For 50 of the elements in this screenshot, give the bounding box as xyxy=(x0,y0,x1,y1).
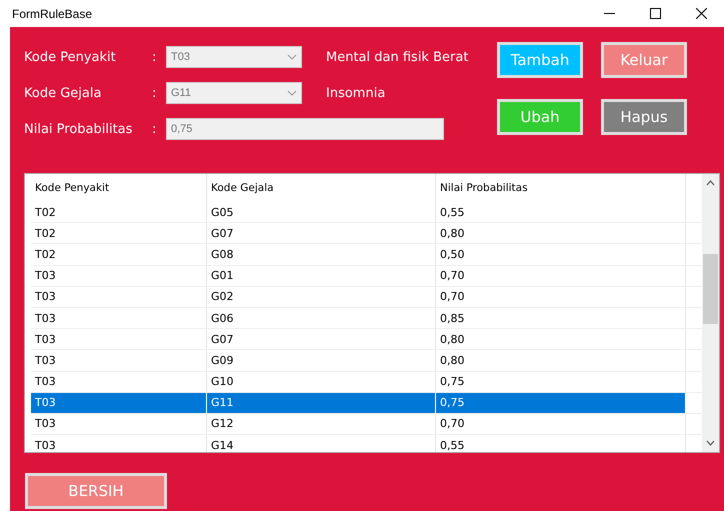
table-cell[interactable]: T03 xyxy=(31,350,207,372)
table-cell[interactable]: 0,80 xyxy=(436,350,686,372)
window-title: FormRuleBase xyxy=(12,6,94,20)
table-cell[interactable]: G11 xyxy=(207,392,436,414)
table-cell[interactable]: T03 xyxy=(31,414,207,436)
field-label: Kode Gejala xyxy=(24,86,102,100)
table-cell[interactable]: G07 xyxy=(207,329,436,350)
table-cell[interactable]: G08 xyxy=(207,244,436,266)
table-cell[interactable]: T02 xyxy=(31,202,207,224)
table-cell[interactable]: G07 xyxy=(207,223,436,244)
table-cell[interactable]: T03 xyxy=(31,372,207,393)
table-cell[interactable]: 0,75 xyxy=(436,372,686,393)
table-cell[interactable]: 0,70 xyxy=(436,286,686,308)
combo-box[interactable]: T03 xyxy=(166,46,302,68)
table-cell[interactable]: T03 xyxy=(31,286,207,308)
combo-box[interactable]: G11 xyxy=(166,82,302,104)
scroll-up-icon[interactable] xyxy=(706,180,715,186)
description-text: Insomnia xyxy=(325,86,386,100)
table-cell[interactable]: 0,70 xyxy=(436,266,686,287)
table-cell[interactable]: T03 xyxy=(31,329,207,350)
table-cell[interactable]: T02 xyxy=(31,223,207,244)
table-cell[interactable]: T03 xyxy=(31,266,207,287)
table-cell[interactable]: G06 xyxy=(207,308,436,330)
table-cell[interactable]: G02 xyxy=(207,286,436,308)
table-cell[interactable]: 0,55 xyxy=(436,202,686,224)
colon-separator: : xyxy=(152,122,158,136)
table-cell[interactable]: G09 xyxy=(207,350,436,372)
field-label: Nilai Probabilitas xyxy=(24,122,134,136)
table-cell[interactable]: G10 xyxy=(207,372,436,393)
table-cell[interactable]: 0,80 xyxy=(436,329,686,350)
table-cell[interactable]: G01 xyxy=(207,266,436,287)
table-cell[interactable]: 0,50 xyxy=(436,244,686,266)
table-cell[interactable]: T02 xyxy=(31,244,207,266)
colon-separator: : xyxy=(152,50,158,64)
table-cell[interactable]: T03 xyxy=(31,308,207,330)
table-cell[interactable]: 0,85 xyxy=(436,308,686,330)
table-cell[interactable]: G05 xyxy=(207,202,436,224)
scrollbar-thumb[interactable] xyxy=(703,254,718,324)
scrollbar[interactable] xyxy=(702,174,719,452)
scroll-down-icon[interactable] xyxy=(706,440,715,446)
table-cell[interactable]: 0,75 xyxy=(436,392,686,414)
table-cell[interactable]: 0,80 xyxy=(436,223,686,244)
action-button[interactable]: Hapus xyxy=(601,99,687,135)
table-cell[interactable]: 0,70 xyxy=(436,414,686,436)
table-cell[interactable]: G12 xyxy=(207,414,436,436)
table-cell[interactable]: T03 xyxy=(31,392,207,414)
description-text: Mental dan fisik Berat xyxy=(325,50,470,64)
field-label: Kode Penyakit xyxy=(24,50,117,64)
colon-separator: : xyxy=(152,86,158,100)
input-field[interactable]: 0,75 xyxy=(166,118,444,140)
